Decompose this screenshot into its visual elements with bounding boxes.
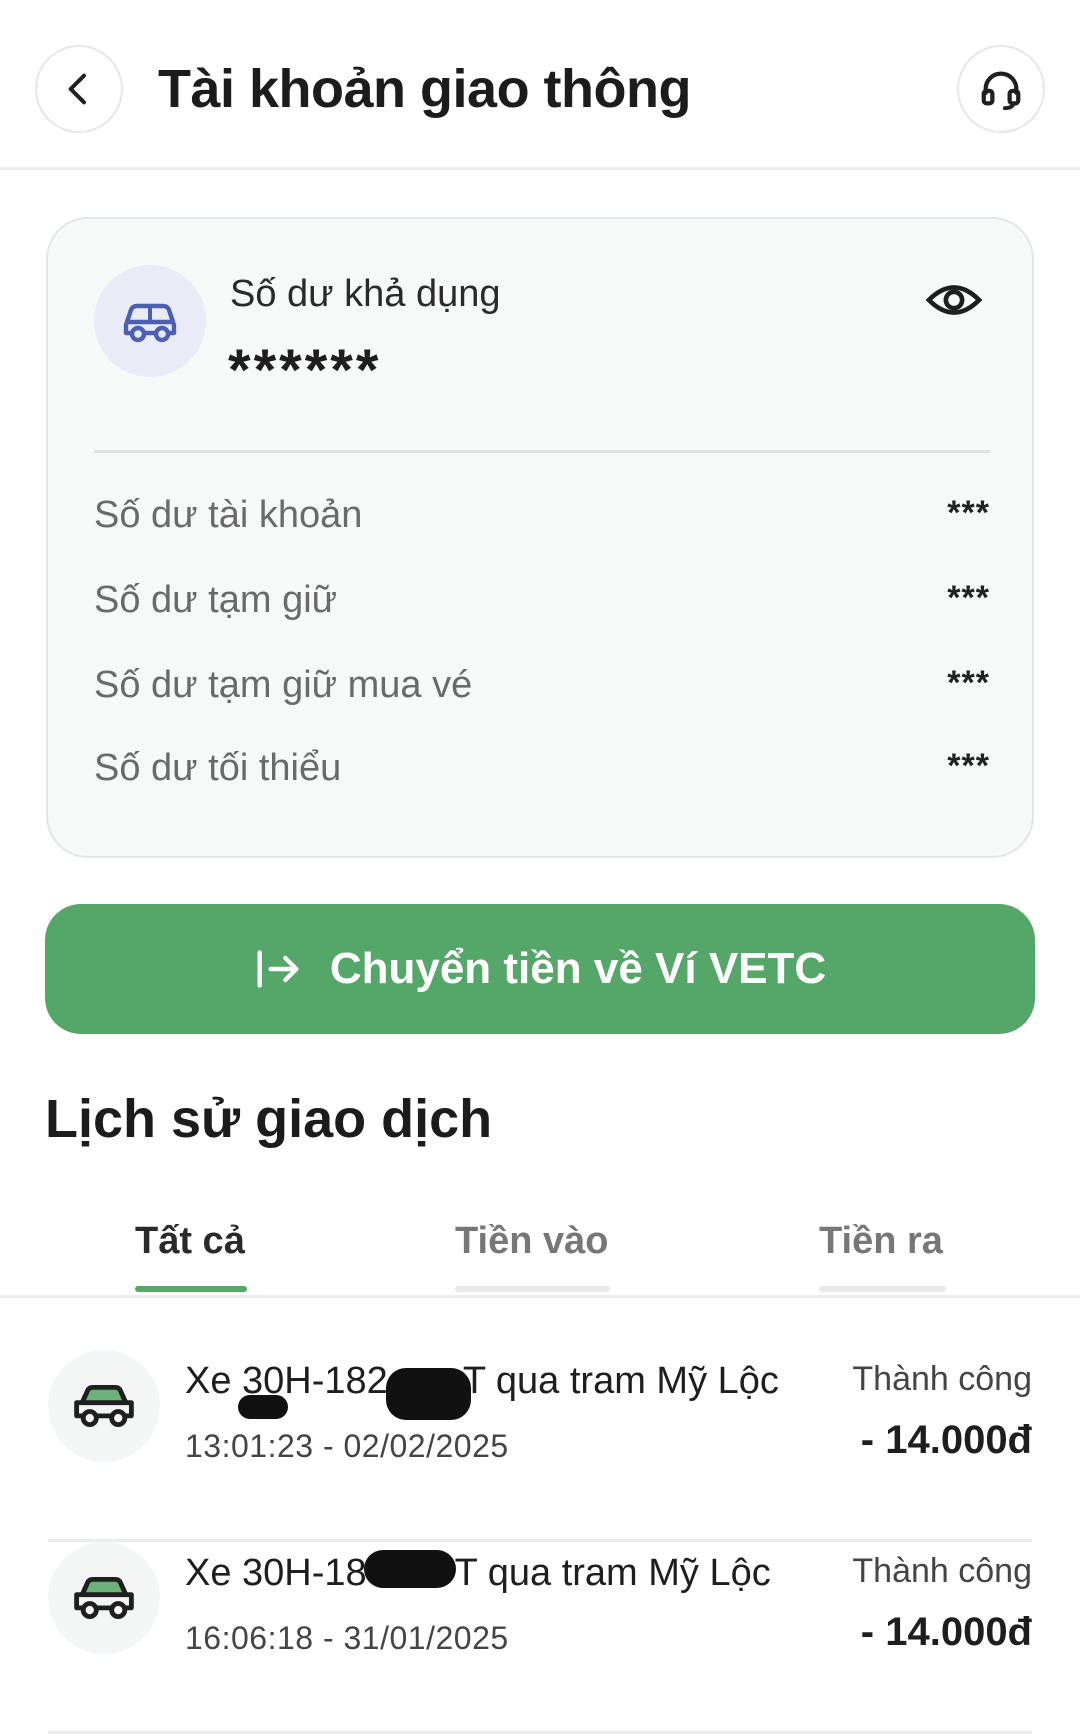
eye-icon [925,285,983,315]
toggle-visibility-button[interactable] [923,269,985,331]
transaction-title-prefix: Xe 30H-18 [185,1552,367,1594]
chevron-left-icon [68,73,86,105]
redaction-mark [364,1550,456,1588]
transaction-title-prefix: Xe 30H-182 [185,1360,388,1402]
app-header: Tài khoản giao thông [0,0,1080,170]
car-icon [123,303,177,343]
account-avatar [94,265,206,377]
transaction-item[interactable]: Xe 30H-18 T qua tram Mỹ Lộc 16:06:18 - 31… [48,1542,1032,1734]
transaction-icon [48,1542,160,1654]
balance-row-value: *** [947,664,990,702]
car-icon [74,1576,134,1620]
balance-card: Số dư khả dụng ****** Số dư tài khoản **… [46,217,1034,858]
balance-row-value: *** [947,747,990,785]
balance-row-value: *** [947,579,990,617]
headset-icon [981,71,1021,111]
history-tabs: Tất cả Tiền vào Tiền ra [0,1210,1080,1298]
card-divider [94,450,990,453]
back-button[interactable] [35,45,123,133]
transaction-title-suffix: T qua tram Mỹ Lộc [462,1360,779,1402]
transfer-to-wallet-button[interactable]: Chuyển tiền về Ví VETC [45,904,1035,1034]
balance-row-minimum: Số dư tối thiểu *** [94,747,990,807]
transaction-icon [48,1350,160,1462]
history-title: Lịch sử giao dịch [45,1089,493,1149]
tab-money-out[interactable]: Tiền ra [819,1220,943,1263]
balance-row-account: Số dư tài khoản *** [94,494,990,554]
transaction-title-suffix: T qua tram Mỹ Lộc [454,1552,771,1594]
transaction-title: Xe 30H-18 T qua tram Mỹ Lộc [185,1552,771,1595]
tab-money-out-indicator [819,1286,946,1292]
balance-row-label: Số dư tạm giữ [94,579,338,621]
transfer-arrow-icon [257,950,299,988]
balance-row-held: Số dư tạm giữ *** [94,579,990,639]
available-balance-label: Số dư khả dụng [230,273,501,315]
support-button[interactable] [957,45,1045,133]
tab-money-in-indicator [455,1286,610,1292]
balance-row-value: *** [947,494,990,532]
tab-money-in[interactable]: Tiền vào [455,1220,608,1263]
transaction-time: 16:06:18 - 31/01/2025 [185,1620,509,1656]
transaction-amount: - 14.000đ [860,1418,1032,1462]
transaction-status: Thành công [852,1552,1032,1590]
balance-row-label: Số dư tạm giữ mua vé [94,664,473,706]
tab-all-indicator [135,1286,247,1292]
balance-row-label: Số dư tối thiểu [94,747,342,789]
transaction-status: Thành công [852,1360,1032,1398]
car-icon [74,1384,134,1428]
balance-row-held-tickets: Số dư tạm giữ mua vé *** [94,664,990,724]
redaction-mark [238,1395,288,1419]
transaction-item[interactable]: Xe 30H-182 T qua tram Mỹ Lộc 13:01:23 - 0… [48,1350,1032,1542]
transfer-button-label: Chuyển tiền về Ví VETC [329,944,827,993]
balance-row-label: Số dư tài khoản [94,494,363,536]
transaction-time: 13:01:23 - 02/02/2025 [185,1428,509,1464]
page-title: Tài khoản giao thông [158,59,691,119]
transaction-amount: - 14.000đ [860,1610,1032,1654]
tab-all[interactable]: Tất cả [135,1220,245,1263]
redaction-mark [386,1368,471,1420]
available-balance-value: ****** [228,338,382,403]
